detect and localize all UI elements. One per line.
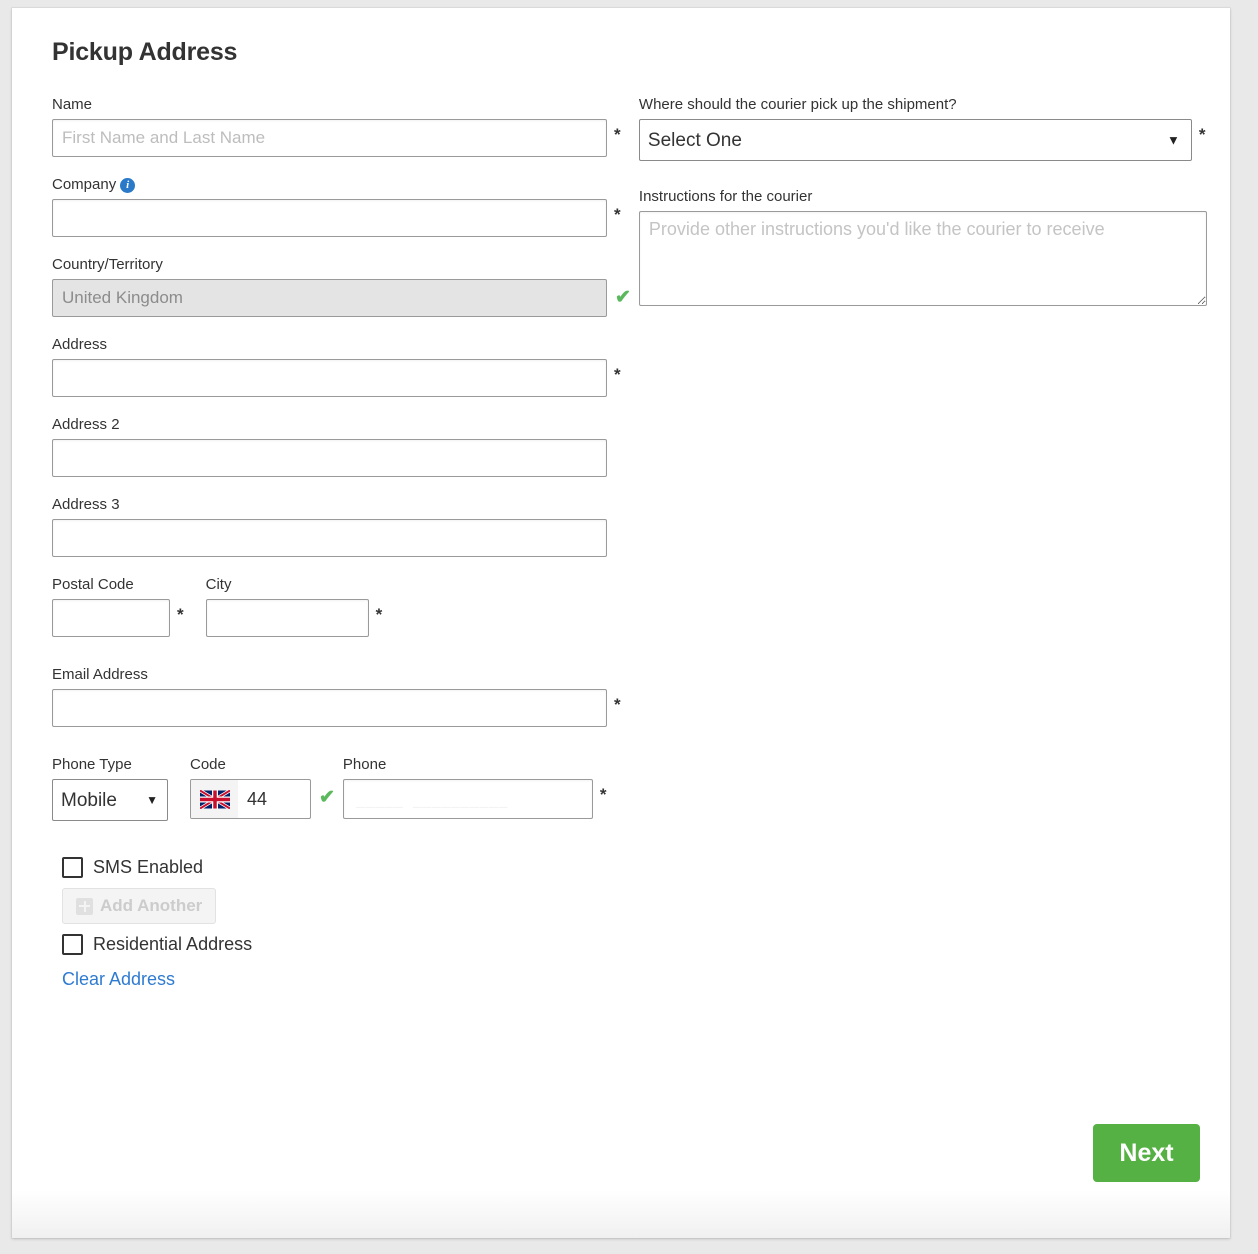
page-title: Pickup Address	[52, 38, 238, 66]
residential-address-label: Residential Address	[93, 934, 253, 954]
clear-address-link[interactable]: Clear Address	[62, 969, 175, 990]
address-required-marker: *	[614, 365, 621, 384]
card-footer-gradient	[12, 1190, 1230, 1238]
city-label: City	[205, 576, 232, 593]
address3-input[interactable]	[52, 519, 607, 557]
phone-label: Phone	[342, 756, 387, 773]
name-field-group: Name *	[52, 95, 631, 157]
next-button[interactable]: Next	[1093, 1124, 1200, 1182]
phone-type-field-group: Phone Type Mobile ▼	[52, 755, 168, 821]
name-required-marker: *	[614, 125, 621, 144]
sms-enabled-label: SMS Enabled	[93, 857, 204, 877]
city-field-group: City *	[205, 575, 383, 637]
company-required-marker: *	[614, 205, 621, 224]
phone-input[interactable]: _____ __________	[342, 779, 593, 819]
email-required-marker: *	[614, 695, 621, 714]
name-label: Name	[52, 96, 93, 113]
company-field-group: Company i *	[52, 175, 631, 237]
phone-required-marker: *	[599, 785, 607, 804]
email-label: Email Address	[52, 666, 148, 683]
left-column: Name * Companyi * Country/Terr	[42, 95, 631, 990]
address3-field-group: Address 3	[52, 495, 631, 557]
uk-flag-icon	[191, 780, 238, 818]
pickup-location-select[interactable]: Select One	[638, 119, 1192, 161]
page-background: Pickup Address Name * Companyi	[0, 0, 1258, 1254]
phone-mask-placeholder: _____ __________	[355, 794, 508, 811]
instructions-field-group: Instructions for the courier	[638, 187, 1207, 306]
pickup-location-label: Where should the courier pick up the shi…	[638, 96, 957, 113]
postal-code-label: Postal Code	[52, 576, 134, 593]
postal-code-required-marker: *	[177, 605, 184, 624]
add-another-label: Add Another	[100, 896, 203, 915]
phone-field-group: Phone _____ __________ *	[342, 755, 607, 819]
company-label-text: Company	[52, 176, 117, 193]
phone-type-select[interactable]: Mobile	[52, 779, 168, 821]
postal-code-input[interactable]	[52, 599, 170, 637]
postal-code-field-group: Postal Code *	[52, 575, 184, 637]
instructions-textarea[interactable]	[638, 211, 1207, 306]
phone-type-label: Phone Type	[52, 756, 132, 773]
form-columns: Name * Companyi * Country/Terr	[42, 95, 1207, 990]
postal-city-group: Postal Code * City *	[52, 575, 631, 637]
right-column: Where should the courier pick up the shi…	[631, 95, 1207, 324]
info-icon[interactable]: i	[120, 178, 136, 193]
add-another-button: Add Another	[62, 888, 217, 924]
address2-input[interactable]	[52, 439, 607, 477]
address3-label: Address 3	[52, 496, 120, 513]
pickup-location-field-group: Where should the courier pick up the shi…	[638, 95, 1207, 161]
residential-address-row[interactable]: Residential Address	[62, 934, 631, 955]
phone-code-valid-icon: ✔	[319, 787, 335, 808]
phone-group: Phone Type Mobile ▼ Code 44 ✔ Phone ____…	[52, 755, 631, 821]
pickup-location-required-marker: *	[1198, 125, 1206, 144]
instructions-label: Instructions for the courier	[638, 188, 813, 205]
sms-enabled-row[interactable]: SMS Enabled	[62, 857, 631, 878]
city-input[interactable]	[205, 599, 369, 637]
residential-address-checkbox[interactable]	[62, 934, 83, 955]
name-input[interactable]	[52, 119, 607, 157]
city-required-marker: *	[375, 605, 383, 624]
country-valid-icon: ✔	[615, 287, 631, 308]
address-field-group: Address *	[52, 335, 631, 397]
phone-code-value: 44	[247, 788, 268, 809]
email-input[interactable]	[52, 689, 607, 727]
company-label: Company i	[52, 175, 631, 195]
company-input[interactable]	[52, 199, 607, 237]
address2-label: Address 2	[52, 416, 120, 433]
pickup-address-card: Pickup Address Name * Companyi	[12, 8, 1230, 1238]
country-label: Country/Territory	[52, 256, 163, 273]
country-field-group: Country/Territory ✔	[52, 255, 631, 317]
country-input	[52, 279, 607, 317]
sms-enabled-checkbox[interactable]	[62, 857, 83, 878]
address-input[interactable]	[52, 359, 607, 397]
address2-field-group: Address 2	[52, 415, 631, 477]
email-field-group: Email Address *	[52, 665, 631, 727]
address-label: Address	[52, 336, 108, 353]
phone-code-combo[interactable]: 44	[190, 779, 311, 819]
phone-code-label: Code	[190, 756, 226, 773]
phone-code-field-group: Code 44 ✔	[190, 755, 335, 819]
plus-square-icon	[76, 897, 93, 915]
